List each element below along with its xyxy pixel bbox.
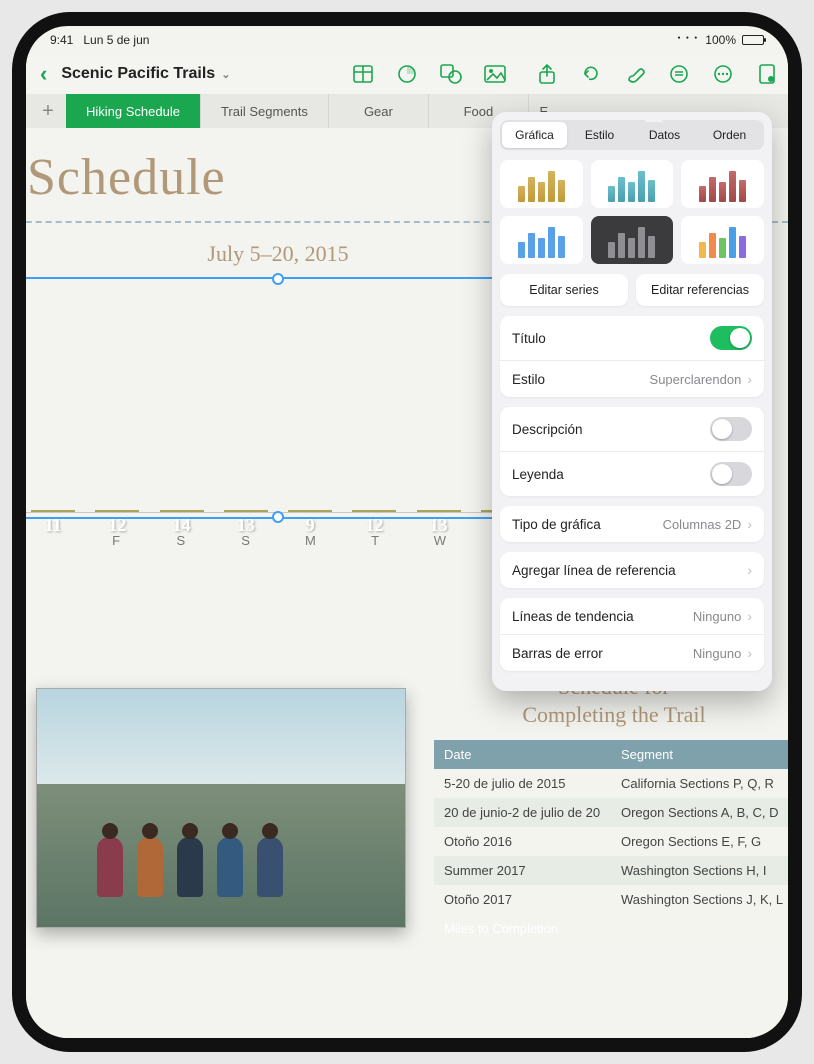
- format-popover: Gráfica Estilo Datos Orden Editar series…: [492, 112, 772, 691]
- col-date[interactable]: Date: [434, 740, 611, 769]
- titulo-toggle[interactable]: [710, 326, 752, 350]
- chart-title: July 5–20, 2015: [26, 241, 538, 267]
- bar-value-label: 12: [108, 515, 126, 536]
- edit-references-button[interactable]: Editar referencias: [636, 274, 764, 306]
- row-trendlines[interactable]: Líneas de tendencia Ninguno›: [500, 598, 764, 635]
- table-row[interactable]: Otoño 2016Oregon Sections E, F, G: [434, 827, 788, 856]
- leyenda-toggle[interactable]: [710, 462, 752, 486]
- tab-datos[interactable]: Datos: [632, 122, 697, 148]
- chart-style-grid: [500, 160, 764, 264]
- status-bar: 9:41 Lun 5 de jun ● ● ● 100%: [26, 26, 788, 54]
- back-button[interactable]: ‹: [36, 61, 51, 87]
- chart-bars: 111214139121313: [26, 283, 536, 513]
- table-row[interactable]: Otoño 2017Washington Sections J, K, L: [434, 885, 788, 914]
- tab-orden[interactable]: Orden: [697, 122, 762, 148]
- chevron-right-icon: ›: [747, 608, 752, 624]
- chart-style-4[interactable]: [500, 216, 583, 264]
- insert-chart-icon[interactable]: [396, 63, 418, 85]
- chevron-right-icon: ›: [747, 371, 752, 387]
- bar[interactable]: 14: [160, 510, 204, 512]
- row-errorbars[interactable]: Barras de error Ninguno›: [500, 635, 764, 671]
- toolbar: ‹ Scenic Pacific Trails ⌄: [26, 54, 788, 94]
- schedule-table-block: Schedule for Completing the Trail Date S…: [434, 673, 788, 943]
- screen: 9:41 Lun 5 de jun ● ● ● 100% ‹ Scenic Pa…: [26, 26, 788, 1038]
- table-row[interactable]: 5-20 de julio de 2015California Sections…: [434, 769, 788, 798]
- chart-style-6[interactable]: [681, 216, 764, 264]
- document-settings-icon[interactable]: [756, 63, 778, 85]
- row-tipo-grafica[interactable]: Tipo de gráfica Columnas 2D›: [500, 506, 764, 542]
- row-titulo[interactable]: Título: [500, 316, 764, 361]
- chart[interactable]: July 5–20, 2015 11 12 14 13 9 12 13 13 FSSMTW: [26, 241, 538, 549]
- photo[interactable]: [36, 688, 406, 928]
- row-descripcion[interactable]: Descripción: [500, 407, 764, 452]
- schedule-table[interactable]: Date Segment 5-20 de julio de 2015Califo…: [434, 740, 788, 943]
- bar-value-label: 11: [45, 515, 62, 536]
- col-segment[interactable]: Segment: [611, 740, 788, 769]
- schedule-footer: Miles to Completion: [434, 914, 788, 943]
- popover-segmented-control: Gráfica Estilo Datos Orden: [500, 120, 764, 150]
- bar[interactable]: 13: [224, 510, 268, 512]
- chart-selection[interactable]: 111214139121313: [26, 277, 538, 519]
- comment-icon[interactable]: [668, 63, 690, 85]
- sheet-tab-gear[interactable]: Gear: [329, 94, 429, 128]
- tab-estilo[interactable]: Estilo: [567, 122, 632, 148]
- insert-shape-icon[interactable]: [440, 63, 462, 85]
- battery-percent: 100%: [705, 33, 736, 47]
- sheet-tab-segments[interactable]: Trail Segments: [201, 94, 329, 128]
- table-row[interactable]: Summer 2017Washington Sections H, I: [434, 856, 788, 885]
- chart-style-2[interactable]: [591, 160, 674, 208]
- bar[interactable]: 12: [352, 510, 396, 512]
- bar-value-label: 14: [173, 515, 191, 536]
- more-icon[interactable]: [712, 63, 734, 85]
- document-title[interactable]: Scenic Pacific Trails ⌄: [61, 65, 230, 83]
- table-row[interactable]: 20 de junio-2 de julio de 20Oregon Secti…: [434, 798, 788, 827]
- bar-value-label: 13: [237, 515, 255, 536]
- chevron-down-icon: ⌄: [221, 68, 230, 81]
- share-icon[interactable]: [536, 63, 558, 85]
- chart-style-1[interactable]: [500, 160, 583, 208]
- add-sheet-button[interactable]: +: [30, 94, 66, 128]
- undo-icon[interactable]: [580, 63, 602, 85]
- bar[interactable]: 13: [417, 510, 461, 512]
- chart-categories: FSSMTW: [26, 519, 538, 549]
- ipad-frame: 9:41 Lun 5 de jun ● ● ● 100% ‹ Scenic Pa…: [12, 12, 802, 1052]
- row-estilo[interactable]: Estilo Superclarendon›: [500, 361, 764, 397]
- status-time: 9:41: [50, 33, 73, 47]
- chevron-right-icon: ›: [747, 516, 752, 532]
- status-date: Lun 5 de jun: [83, 33, 149, 47]
- insert-table-icon[interactable]: [352, 63, 374, 85]
- bar[interactable]: 9: [288, 510, 332, 512]
- edit-series-button[interactable]: Editar series: [500, 274, 628, 306]
- insert-media-icon[interactable]: [484, 63, 506, 85]
- bar-value-label: 13: [430, 515, 448, 536]
- bar-value-label: 12: [365, 515, 383, 536]
- battery-icon: [742, 35, 764, 45]
- sheet-tab-hiking[interactable]: Hiking Schedule: [66, 94, 201, 128]
- chart-style-3[interactable]: [681, 160, 764, 208]
- chevron-right-icon: ›: [747, 645, 752, 661]
- bar[interactable]: 12: [95, 510, 139, 512]
- row-reference-line[interactable]: Agregar línea de referencia ›: [500, 552, 764, 588]
- row-leyenda[interactable]: Leyenda: [500, 452, 764, 496]
- tab-grafica[interactable]: Gráfica: [502, 122, 567, 148]
- chart-style-5[interactable]: [591, 216, 674, 264]
- bar[interactable]: 11: [31, 510, 75, 512]
- format-brush-icon[interactable]: [624, 63, 646, 85]
- descripcion-toggle[interactable]: [710, 417, 752, 441]
- overflow-dots-icon: ● ● ●: [677, 35, 699, 41]
- bar-value-label: 9: [306, 515, 315, 536]
- chevron-right-icon: ›: [747, 562, 752, 578]
